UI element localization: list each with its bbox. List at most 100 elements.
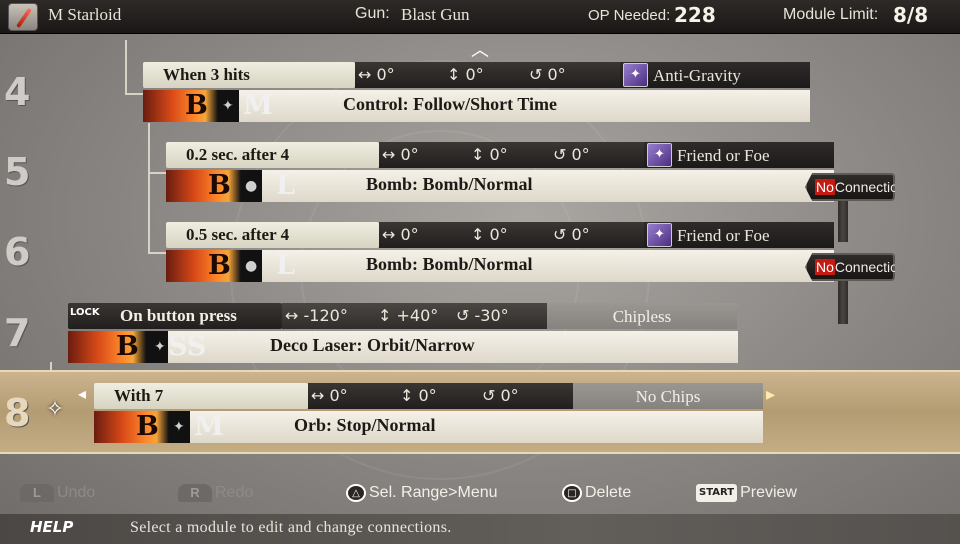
vertical-angle-icon: ↕ [400, 386, 414, 405]
select-range-button[interactable]: △ Sel. Range>Menu [346, 484, 498, 502]
lock-icon: LOCK [70, 307, 100, 318]
horizontal-angle-value: 0° [376, 65, 395, 84]
chip-icon: ✦ [623, 63, 648, 87]
bullet-type-icon: B ✦ [94, 411, 190, 443]
weapon-icon [8, 3, 38, 31]
chip-name: Friend or Foe [677, 146, 770, 165]
bullet-size: L [276, 170, 295, 201]
rotation-value: 0° [571, 225, 590, 244]
module-limit-label: Module Limit: [783, 6, 879, 23]
preview-label: Preview [740, 484, 797, 502]
row-number: 8 [4, 391, 31, 435]
scroll-up-icon[interactable]: ︿ [467, 36, 493, 61]
trigger-label: 0.2 sec. after 4 [166, 142, 379, 168]
l-button-icon: L [20, 484, 54, 502]
trigger-label: When 3 hits [143, 62, 355, 88]
vertical-angle-value: +40° [396, 306, 439, 325]
no-connection-indicator[interactable]: NoConnection [805, 173, 895, 201]
bullet-body: B ● L Bomb: Bomb/Normal [166, 250, 834, 282]
cursor-icon: ✧ [45, 397, 65, 422]
trigger-label: With 7 [94, 383, 308, 409]
header-bar: M Starloid Gun: Blast Gun OP Needed: 228… [0, 0, 960, 34]
bullet-type-icon: B ● [166, 170, 262, 202]
no-label: No [815, 179, 835, 195]
bullet-size: L [276, 250, 295, 281]
bullet-type-icon: B ✦ [68, 331, 168, 363]
angle-stats: ↔ 0° ↕ 0° ↺ 0° [308, 383, 573, 409]
chip-slot: ✦ Friend or Foe [644, 222, 834, 248]
select-range-label: Sel. Range>Menu [369, 484, 498, 502]
trigger-label: On button press [68, 303, 282, 329]
rotation-icon: ↺ [456, 306, 470, 325]
angle-stats: ↔ 0° ↕ 0° ↺ 0° [379, 142, 644, 168]
triangle-icon: △ [346, 484, 366, 502]
right-arrow-icon[interactable]: ▸ [766, 384, 775, 405]
chip-slot: Chipless [547, 303, 737, 329]
rotation-icon: ↺ [529, 65, 543, 84]
bullet-body: B ✦ M Orb: Stop/Normal [94, 411, 763, 443]
horizontal-angle-icon: ↔ [285, 306, 299, 325]
angle-stats: ↔ 0° ↕ 0° ↺ 0° [355, 62, 620, 88]
bullet-body: B ● L Bomb: Bomb/Normal [166, 170, 834, 202]
rotation-value: -30° [474, 306, 509, 325]
rotation-value: 0° [500, 386, 519, 405]
r-button-icon: R [178, 484, 212, 502]
row-number: 6 [4, 230, 31, 274]
bullet-size: SS [168, 331, 207, 362]
chip-icon: ✦ [647, 143, 672, 167]
size-separator-icon: ✦ [173, 419, 185, 435]
bullet-type-icon: B ● [166, 250, 262, 282]
chip-name: Friend or Foe [677, 226, 770, 245]
bullet-body: B ✦ M Control: Follow/Short Time [143, 90, 810, 122]
no-connection-indicator[interactable]: NoConnection [805, 253, 895, 281]
footer-controls: L Undo R Redo △ Sel. Range>Menu □ Delete STA… [0, 470, 960, 516]
module-limit-value: 8/8 [893, 3, 929, 27]
undo-button[interactable]: L Undo [20, 484, 95, 502]
connection-label: Connection [834, 259, 906, 275]
vertical-angle-value: 0° [465, 65, 484, 84]
chip-name: No Chips [635, 387, 701, 406]
gun-label: Gun: [355, 5, 390, 22]
bullet-description: Deco Laser: Orbit/Narrow [270, 335, 475, 355]
bullet-description: Orb: Stop/Normal [294, 415, 436, 435]
delete-button[interactable]: □ Delete [562, 484, 631, 502]
horizontal-angle-icon: ↔ [358, 65, 372, 84]
connector-line [125, 93, 145, 95]
undo-label: Undo [57, 484, 96, 502]
op-needed-label: OP Needed: [588, 7, 671, 24]
gun-name: Blast Gun [401, 5, 470, 24]
bullet-letter: B [208, 170, 231, 201]
horizontal-angle-value: 0° [400, 225, 419, 244]
vertical-angle-icon: ↕ [471, 225, 485, 244]
bullet-letter: B [116, 331, 139, 362]
connector-line [148, 252, 168, 254]
bullet-description: Bomb: Bomb/Normal [366, 174, 533, 194]
bullet-description: Bomb: Bomb/Normal [366, 254, 533, 274]
bullet-letter: B [185, 90, 208, 121]
op-needed-value: 228 [674, 3, 716, 27]
trigger-label: 0.5 sec. after 4 [166, 222, 379, 248]
chip-slot: ✦ Anti-Gravity [620, 62, 810, 88]
left-arrow-icon[interactable]: ◂ [78, 384, 86, 403]
row-number: 4 [4, 70, 31, 114]
bullet-letter: B [208, 250, 231, 281]
size-separator-icon: ● [245, 178, 258, 194]
delete-label: Delete [585, 484, 632, 502]
row-number: 5 [4, 150, 31, 194]
bullet-letter: B [136, 411, 159, 442]
size-separator-icon: ✦ [222, 98, 234, 114]
bullet-description: Control: Follow/Short Time [343, 94, 558, 114]
chip-slot: No Chips [573, 383, 763, 409]
angle-stats: ↔ 0° ↕ 0° ↺ 0° [379, 222, 644, 248]
vertical-angle-value: 0° [489, 145, 508, 164]
horizontal-angle-value: 0° [400, 145, 419, 164]
vertical-angle-value: 0° [489, 225, 508, 244]
redo-button[interactable]: R Redo [178, 484, 253, 502]
preview-button[interactable]: START Preview [696, 484, 797, 502]
connection-stem [838, 280, 848, 324]
rotation-icon: ↺ [553, 145, 567, 164]
help-text: Select a module to edit and change conne… [130, 519, 452, 536]
chip-name: Chipless [612, 307, 672, 326]
vertical-angle-icon: ↕ [447, 65, 461, 84]
help-label: HELP [30, 518, 74, 536]
